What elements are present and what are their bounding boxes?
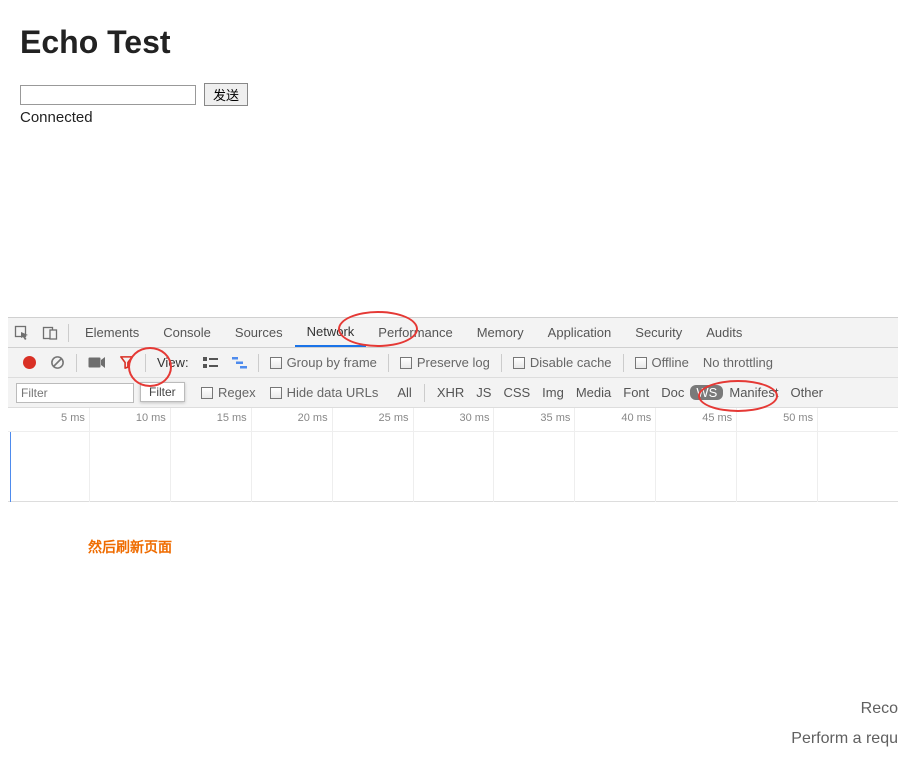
waterfall-icon[interactable] — [225, 348, 254, 377]
divider — [388, 354, 389, 372]
type-manifest[interactable]: Manifest — [723, 385, 784, 400]
preserve-log-label: Preserve log — [417, 355, 490, 370]
filter-tooltip: Filter — [140, 382, 185, 402]
record-button[interactable] — [16, 348, 43, 377]
regex-label: Regex — [218, 385, 256, 400]
tab-strip: Elements Console Sources Network Perform… — [73, 318, 754, 347]
devtools-tabbar: Elements Console Sources Network Perform… — [8, 317, 898, 348]
tick-label: 10 ms — [136, 412, 170, 424]
tick-label: 30 ms — [460, 412, 494, 424]
tick-label: 50 ms — [783, 412, 817, 424]
tick-label: 40 ms — [621, 412, 655, 424]
throttling-select[interactable]: No throttling — [696, 348, 780, 377]
tick-label: 20 ms — [298, 412, 332, 424]
tick-label: 25 ms — [379, 412, 413, 424]
tab-audits[interactable]: Audits — [694, 318, 754, 347]
disable-cache-label: Disable cache — [530, 355, 612, 370]
page-title: Echo Test — [20, 24, 878, 61]
screenshot-button[interactable] — [81, 348, 112, 377]
annotation-text: 然后刷新页面 — [88, 537, 172, 557]
type-other[interactable]: Other — [785, 385, 830, 400]
message-input[interactable] — [20, 85, 196, 105]
divider — [424, 384, 425, 402]
view-label: View: — [150, 348, 196, 377]
timeline-body — [8, 432, 898, 502]
page-content: Echo Test 发送 Connected — [0, 0, 898, 126]
large-rows-icon[interactable] — [196, 348, 225, 377]
divider — [258, 354, 259, 372]
offline-label: Offline — [652, 355, 689, 370]
status-text: Connected — [20, 109, 878, 126]
device-toggle-icon[interactable] — [36, 325, 64, 341]
regex-checkbox[interactable]: Regex — [194, 378, 263, 407]
tab-application[interactable]: Application — [536, 318, 624, 347]
tick-label: 35 ms — [540, 412, 574, 424]
inspect-icon[interactable] — [8, 325, 36, 341]
tick-label: 5 ms — [61, 412, 89, 424]
group-by-frame-label: Group by frame — [287, 355, 377, 370]
tab-network[interactable]: Network — [295, 318, 367, 347]
type-media[interactable]: Media — [570, 385, 617, 400]
network-toolbar: View: Group by frame Preserve log Disabl… — [8, 348, 898, 378]
type-xhr[interactable]: XHR — [431, 385, 470, 400]
timeline[interactable]: 5 ms 10 ms 15 ms 20 ms 25 ms 30 ms 35 ms… — [8, 408, 898, 502]
timeline-cursor — [10, 432, 11, 502]
tab-security[interactable]: Security — [623, 318, 694, 347]
divider — [76, 354, 77, 372]
divider — [623, 354, 624, 372]
hide-data-urls-checkbox[interactable]: Hide data URLs — [263, 378, 386, 407]
type-font[interactable]: Font — [617, 385, 655, 400]
filter-input[interactable] — [16, 383, 134, 403]
type-js[interactable]: JS — [470, 385, 497, 400]
filter-toggle-button[interactable] — [112, 348, 141, 377]
devtools-panel: Elements Console Sources Network Perform… — [8, 317, 898, 502]
tab-console[interactable]: Console — [151, 318, 223, 347]
divider — [145, 354, 146, 372]
type-doc[interactable]: Doc — [655, 385, 690, 400]
type-img[interactable]: Img — [536, 385, 570, 400]
tab-sources[interactable]: Sources — [223, 318, 295, 347]
tick-label: 15 ms — [217, 412, 251, 424]
divider — [68, 324, 69, 342]
offline-checkbox[interactable]: Offline — [628, 348, 696, 377]
preserve-log-checkbox[interactable]: Preserve log — [393, 348, 497, 377]
hide-data-urls-label: Hide data URLs — [287, 385, 379, 400]
divider — [501, 354, 502, 372]
send-button[interactable]: 发送 — [204, 83, 248, 106]
tick-label: 45 ms — [702, 412, 736, 424]
cutoff-text-2: Perform a requ — [791, 730, 898, 748]
type-all[interactable]: All — [391, 385, 417, 400]
type-ws[interactable]: WS — [690, 385, 723, 400]
group-by-frame-checkbox[interactable]: Group by frame — [263, 348, 384, 377]
clear-button[interactable] — [43, 348, 72, 377]
tab-performance[interactable]: Performance — [366, 318, 464, 347]
disable-cache-checkbox[interactable]: Disable cache — [506, 348, 619, 377]
timeline-header: 5 ms 10 ms 15 ms 20 ms 25 ms 30 ms 35 ms… — [8, 408, 898, 432]
input-row: 发送 — [20, 83, 878, 106]
cutoff-text-1: Reco — [861, 700, 898, 718]
tab-elements[interactable]: Elements — [73, 318, 151, 347]
tab-memory[interactable]: Memory — [465, 318, 536, 347]
filter-bar: Filter Regex Hide data URLs All XHR JS C… — [8, 378, 898, 408]
type-css[interactable]: CSS — [497, 385, 536, 400]
